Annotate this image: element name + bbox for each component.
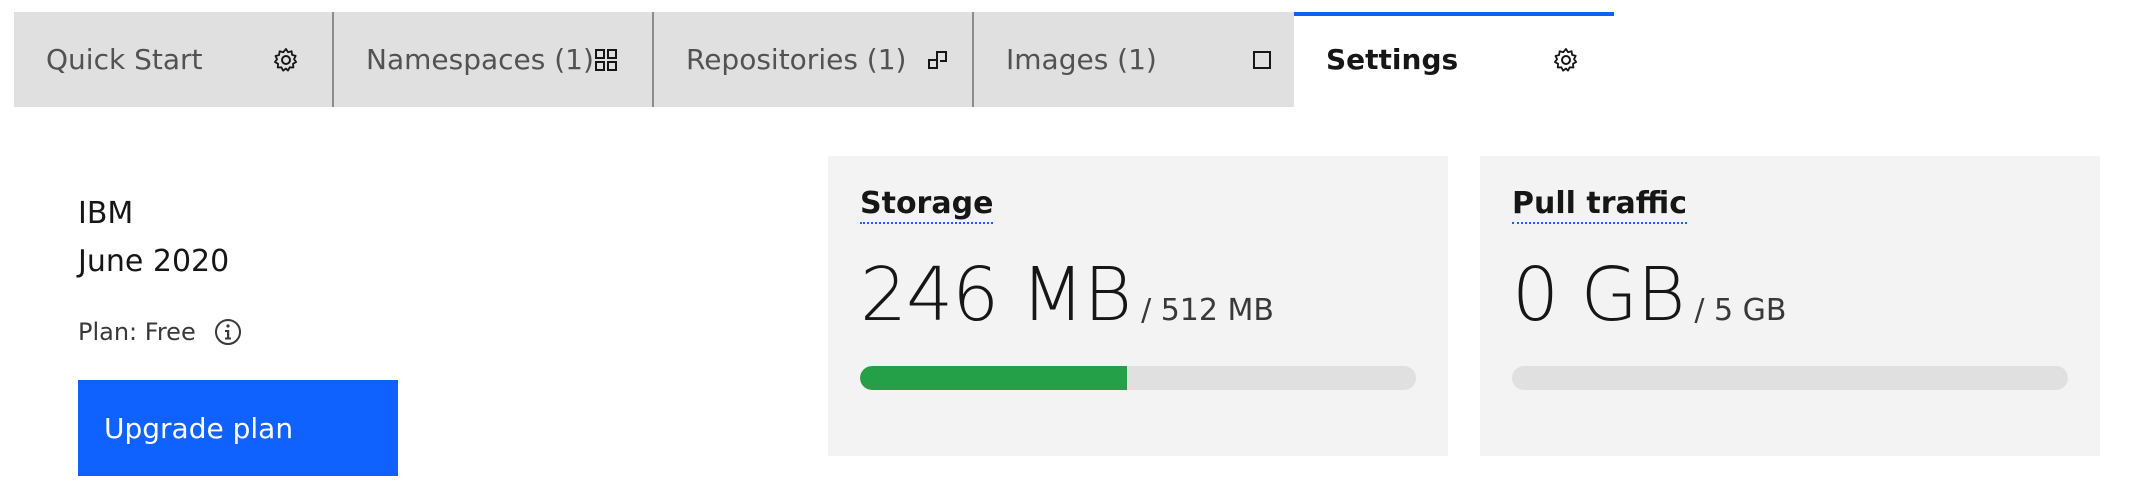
pull-traffic-metric: 0 GB / 5 GB (1512, 252, 1787, 338)
tab-label: Settings (1326, 43, 1459, 76)
tab-bar: Quick Start Namespaces (1) Repositories … (14, 12, 1614, 107)
pull-traffic-tile: Pull traffic 0 GB / 5 GB (1480, 156, 2100, 456)
tab-label: Namespaces (1) (366, 43, 594, 76)
storage-metric: 246 MB / 512 MB (860, 252, 1274, 338)
grid-icon (592, 46, 620, 74)
repository-icon (924, 46, 952, 74)
storage-tile: Storage 246 MB / 512 MB (828, 156, 1448, 456)
plan-row: Plan: Free (78, 314, 244, 350)
tab-quick-start[interactable]: Quick Start (14, 12, 332, 107)
pull-traffic-progress-bar (1512, 366, 2068, 390)
tab-label: Quick Start (46, 43, 203, 76)
tab-label: Repositories (1) (686, 43, 907, 76)
plan-label: Plan: Free (78, 318, 196, 346)
tab-images[interactable]: Images (1) (972, 12, 1308, 107)
gear-icon (1552, 46, 1580, 74)
square-icon (1248, 46, 1276, 74)
storage-used: 246 MB (860, 252, 1132, 338)
pull-traffic-title[interactable]: Pull traffic (1512, 186, 1687, 224)
tab-namespaces[interactable]: Namespaces (1) (332, 12, 652, 107)
info-icon[interactable] (212, 316, 244, 348)
storage-progress-fill (860, 366, 1128, 390)
pull-traffic-limit: / 5 GB (1694, 293, 1787, 328)
account-info: IBM June 2020 (78, 190, 229, 286)
account-org: IBM (78, 196, 134, 231)
storage-progress-bar (860, 366, 1416, 390)
upgrade-plan-button[interactable]: Upgrade plan (78, 380, 398, 476)
tab-settings[interactable]: Settings (1294, 12, 1614, 107)
pull-traffic-used: 0 GB (1512, 252, 1685, 338)
account-date: June 2020 (78, 244, 230, 279)
tab-repositories[interactable]: Repositories (1) (652, 12, 972, 107)
storage-limit: / 512 MB (1141, 293, 1274, 328)
tab-label: Images (1) (1006, 43, 1157, 76)
gear-icon (272, 46, 300, 74)
storage-title[interactable]: Storage (860, 186, 994, 224)
